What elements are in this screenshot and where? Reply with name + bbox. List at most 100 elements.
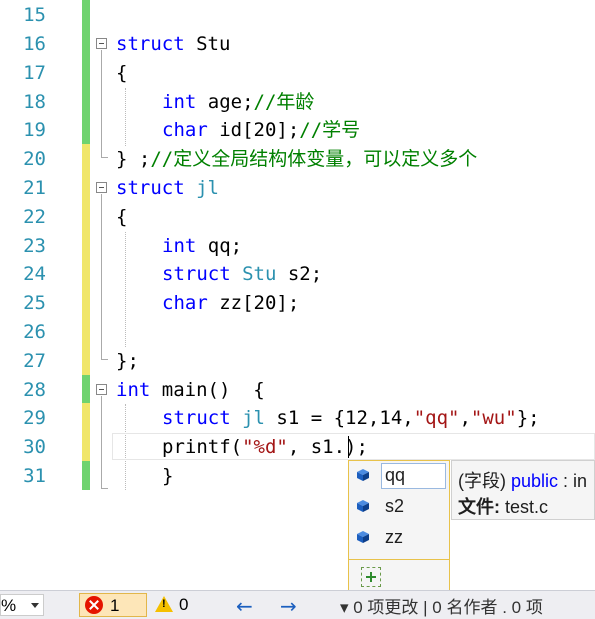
fold-guide-end (101, 488, 108, 489)
change-summary[interactable]: ▾ 0 项更改 | 0 名作者 . 0 项 (340, 593, 595, 618)
indent-guide (125, 232, 126, 347)
line-number: 24 (23, 263, 46, 285)
forward-arrow-icon[interactable]: → (280, 594, 297, 618)
line-number: 20 (23, 148, 46, 170)
tooltip-keyword: public (511, 471, 559, 491)
code-text: Stu (184, 33, 231, 55)
string-literal: "qq" (413, 407, 460, 429)
type-name: jl (242, 407, 265, 429)
code-text: } ; (116, 148, 151, 170)
code-line-29[interactable]: struct jl s1 = {12,14,"qq","wu"}; (162, 404, 540, 433)
fold-guide (101, 194, 102, 359)
code-text: qq; (196, 235, 243, 257)
code-text: s2; (276, 263, 323, 285)
completion-list[interactable]: qq s2 zz (348, 460, 450, 598)
code-line-28[interactable]: int main() { (116, 376, 265, 405)
change-marker-unsaved (82, 346, 90, 375)
errors-button[interactable]: 1 (79, 593, 147, 617)
code-line-18[interactable]: int age;//年龄 (162, 88, 314, 117)
text-caret (348, 436, 349, 458)
line-number: 25 (23, 292, 46, 314)
code-text: , s1. (287, 436, 346, 458)
back-arrow-icon[interactable]: ← (236, 594, 253, 618)
line-number: 29 (23, 407, 46, 429)
code-text: zz[20]; (207, 292, 300, 314)
code-editor[interactable]: 15 16 17 18 19 20 21 22 23 24 25 26 27 2… (0, 0, 595, 598)
string-literal: "%d" (242, 436, 288, 458)
keyword: int (116, 379, 151, 401)
completion-label: zz (385, 527, 403, 547)
collapse-icon[interactable] (96, 384, 107, 395)
keyword: struct (162, 407, 231, 429)
code-text: , (459, 407, 471, 429)
tooltip-type: : in (558, 471, 588, 491)
code-line-21[interactable]: struct jl (116, 174, 219, 203)
add-filter-icon[interactable] (361, 567, 381, 587)
keyword: char (162, 119, 208, 141)
code-line-24[interactable]: struct Stu s2; (162, 260, 322, 289)
code-line-31[interactable]: } (162, 462, 173, 491)
code-line-22[interactable]: { (116, 203, 127, 232)
code-line-30[interactable]: printf("%d", s1.); (162, 433, 368, 462)
tooltip-kind: (字段) (458, 471, 511, 491)
line-number: 26 (23, 321, 46, 343)
completion-label: qq (385, 465, 406, 485)
comment: //学号 (299, 119, 361, 141)
code-line-17[interactable]: { (116, 59, 127, 88)
code-line-19[interactable]: char id[20];//学号 (162, 116, 360, 145)
completion-item[interactable]: s2 (349, 492, 449, 522)
error-icon (85, 596, 103, 614)
comment: //定义全局结构体变量，可以定义多个 (150, 148, 478, 170)
change-marker-unsaved (82, 317, 90, 346)
keyword: char (162, 292, 208, 314)
fold-guide (101, 50, 102, 157)
code-line-16[interactable]: struct Stu (116, 30, 230, 59)
code-text: s1 = {12,14, (264, 407, 414, 429)
string-literal: "wu" (470, 407, 517, 429)
line-number: 15 (23, 4, 46, 26)
code-text: printf( (162, 436, 243, 458)
line-number: 17 (23, 62, 46, 84)
completion-item[interactable]: qq (349, 461, 449, 491)
change-marker-saved (82, 87, 90, 116)
change-marker-unsaved (82, 231, 90, 260)
change-marker-saved (82, 461, 90, 490)
error-count: 1 (110, 596, 120, 615)
line-number: 16 (23, 33, 46, 55)
line-number: 23 (23, 235, 46, 257)
change-marker-unsaved (82, 432, 90, 461)
warnings-button[interactable]: 0 (152, 593, 202, 617)
code-line-27[interactable]: }; (116, 347, 139, 376)
tooltip-file-value: test.c (500, 497, 549, 517)
comment: //年龄 (253, 91, 315, 113)
divider (349, 559, 449, 560)
keyword: int (162, 91, 197, 113)
type-name: Stu (242, 263, 277, 285)
line-number: 19 (23, 119, 46, 141)
code-text: }; (516, 407, 540, 429)
keyword: struct (162, 263, 231, 285)
code-line-20[interactable]: } ;//定义全局结构体变量，可以定义多个 (116, 145, 477, 174)
keyword: struct (116, 33, 185, 55)
chevron-down-icon (31, 603, 39, 608)
status-bar: % 1 0 ← → ▾ 0 项更改 | 0 名作者 . 0 项 (0, 590, 595, 619)
code-line-25[interactable]: char zz[20]; (162, 289, 299, 318)
collapse-icon[interactable] (96, 182, 107, 193)
line-number: 28 (23, 379, 46, 401)
type-name: jl (196, 177, 219, 199)
completion-item[interactable]: zz (349, 523, 449, 553)
code-text: { (116, 206, 128, 228)
code-line-23[interactable]: int qq; (162, 232, 242, 261)
change-marker-saved (82, 58, 90, 87)
collapse-icon[interactable] (96, 38, 107, 49)
line-number: 21 (23, 177, 46, 199)
quick-info-tooltip: (字段) public : in 文件: test.c (451, 460, 595, 520)
tooltip-file-label: 文件: (458, 497, 500, 517)
code-text: main() { (150, 379, 265, 401)
change-marker-unsaved (82, 173, 90, 202)
code-text: } (162, 465, 174, 487)
zoom-select[interactable]: % (0, 594, 44, 616)
code-text: }; (116, 350, 139, 372)
change-marker-saved (82, 29, 90, 58)
field-icon (357, 531, 369, 543)
